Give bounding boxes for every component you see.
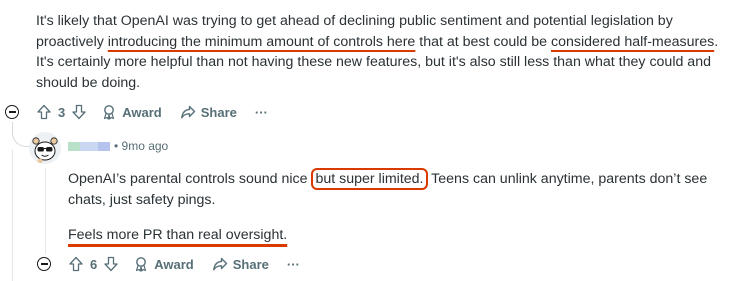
reply-actions: 6 Award Share ··· — [68, 256, 318, 272]
award-icon — [104, 105, 115, 120]
reply-body-line2: Feels more PR than real oversight. — [68, 225, 287, 246]
award-icon — [136, 257, 147, 272]
award-button[interactable]: Award — [101, 104, 162, 120]
vote-count: 3 — [58, 104, 66, 120]
redacted-username[interactable] — [68, 141, 110, 151]
downvote-icon[interactable] — [71, 104, 87, 120]
comment-actions: 3 Award Share ··· — [36, 104, 286, 120]
vote-count: 6 — [90, 256, 98, 272]
timestamp[interactable]: • 9mo ago — [114, 139, 168, 153]
vote-control: 3 — [36, 104, 87, 120]
award-label: Award — [154, 256, 194, 272]
vote-control: 6 — [68, 256, 119, 272]
award-label: Award — [122, 104, 162, 120]
reply-text: OpenAI’s parental controls sound nice — [68, 171, 312, 187]
share-icon — [212, 257, 227, 271]
reply-thread-line — [45, 168, 46, 254]
comment-body-1: It's likely that OpenAI was trying to ge… — [36, 11, 726, 93]
collapse-thread-button[interactable] — [5, 105, 19, 119]
more-options-button[interactable]: ··· — [255, 105, 268, 120]
reply-meta: • 9mo ago — [68, 139, 168, 153]
underlined-highlight: Feels more PR than real oversight. — [68, 227, 288, 243]
collapse-reply-button[interactable] — [37, 257, 51, 271]
upvote-icon[interactable] — [68, 256, 84, 272]
underlined-highlight: introducing the minimum amount of contro… — [107, 33, 416, 50]
avatar[interactable] — [29, 132, 61, 164]
share-icon — [180, 105, 195, 119]
downvote-icon[interactable] — [103, 256, 119, 272]
share-label: Share — [232, 256, 269, 272]
underlined-highlight: considered half-measures — [550, 33, 715, 50]
share-button[interactable]: Share — [212, 256, 269, 272]
upvote-icon[interactable] — [36, 104, 52, 120]
more-options-button[interactable]: ··· — [287, 257, 300, 272]
boxed-highlight: but super limited. — [311, 168, 428, 190]
reply-body: OpenAI’s parental controls sound nice bu… — [68, 168, 708, 210]
snoo-avatar-icon — [29, 132, 61, 164]
share-label: Share — [200, 104, 237, 120]
more-icon: ··· — [286, 256, 300, 272]
award-button[interactable]: Award — [133, 256, 194, 272]
comment-text: that at best could be — [415, 33, 551, 50]
thread-line — [12, 150, 13, 281]
more-icon: ··· — [254, 104, 268, 120]
share-button[interactable]: Share — [180, 104, 237, 120]
